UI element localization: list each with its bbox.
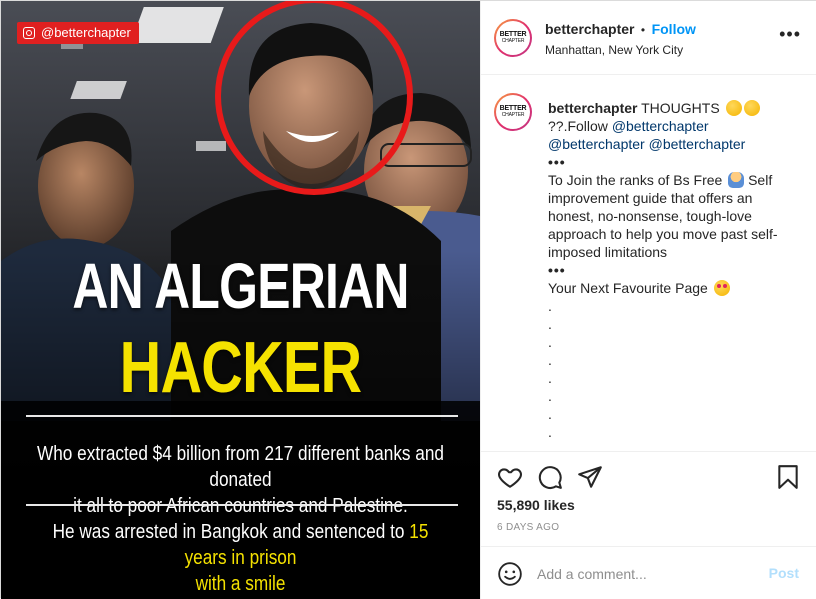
body-line-1: Who extracted $4 billion from 217 differ… xyxy=(37,443,444,491)
trailing-dot: . xyxy=(548,298,552,314)
heart-eyes-emoji-icon xyxy=(713,280,730,296)
mention-link[interactable]: @betterchapter xyxy=(649,136,746,152)
heart-icon[interactable] xyxy=(497,464,523,490)
thinking-emoji-icon xyxy=(743,100,760,116)
avatar[interactable]: BETTER CHAPTER xyxy=(494,19,532,57)
comment-bar: Post xyxy=(481,546,816,599)
trailing-dot: . xyxy=(548,370,552,386)
trailing-dot: . xyxy=(548,424,552,440)
person-emoji-icon xyxy=(728,172,745,188)
caption-tagline: Your Next Favourite Page xyxy=(548,280,708,296)
caption-avatar[interactable]: BETTER CHAPTER xyxy=(494,93,532,131)
headline-line2: HACKER xyxy=(119,328,362,408)
caption-paragraph: To Join the ranks of Bs Free xyxy=(548,172,723,188)
body-paragraph-1: Who extracted $4 billion from 217 differ… xyxy=(35,441,447,519)
caption-area: BETTER CHAPTER betterchapter THOUGHTS ??.… xyxy=(481,75,816,451)
header-separator: • xyxy=(640,23,646,37)
trailing-dot: . xyxy=(548,406,552,422)
post-image[interactable]: @betterchapter AN ALGERIAN HACKER Who ex… xyxy=(1,1,480,599)
divider-top xyxy=(26,415,458,417)
watermark-badge: @betterchapter xyxy=(17,22,139,44)
caption-line2-prefix: ??.Follow xyxy=(548,118,612,134)
caption-line1: THOUGHTS xyxy=(641,100,720,116)
instagram-icon xyxy=(23,27,35,39)
trailing-dot: . xyxy=(548,388,552,404)
headline-line1: AN ALGERIAN xyxy=(72,250,409,322)
comment-icon[interactable] xyxy=(537,464,563,490)
post-modal: @betterchapter AN ALGERIAN HACKER Who ex… xyxy=(0,0,816,599)
body-line-4: with a smile xyxy=(195,573,286,595)
more-icon[interactable]: ••• xyxy=(779,25,801,43)
body-line-2: it all to poor African countries and Pal… xyxy=(73,495,408,517)
watermark-text: @betterchapter xyxy=(41,25,131,40)
caption-username[interactable]: betterchapter xyxy=(548,100,637,116)
avatar-logo: BETTER CHAPTER xyxy=(499,31,527,44)
emoji-icon[interactable] xyxy=(497,561,523,587)
caption-dots: ••• xyxy=(548,262,566,278)
post-details-panel: BETTER CHAPTER betterchapter • Follow Man… xyxy=(480,1,816,599)
post-header: BETTER CHAPTER betterchapter • Follow Man… xyxy=(481,1,816,75)
mention-link[interactable]: @betterchapter xyxy=(612,118,709,134)
bookmark-icon[interactable] xyxy=(775,464,801,490)
follow-button[interactable]: Follow xyxy=(652,21,696,37)
like-count[interactable]: 55,890 likes xyxy=(497,497,575,513)
header-username[interactable]: betterchapter xyxy=(545,21,634,37)
post-comment-button[interactable]: Post xyxy=(769,565,799,581)
header-meta: betterchapter • Follow Manhattan, New Yo… xyxy=(545,21,696,57)
share-icon[interactable] xyxy=(577,464,603,490)
trailing-dot: . xyxy=(548,334,552,350)
caption-text: betterchapter THOUGHTS ??.Follow @better… xyxy=(548,99,798,441)
location-link[interactable]: Manhattan, New York City xyxy=(545,43,696,57)
post-age[interactable]: 6 DAYS AGO xyxy=(497,522,559,533)
body-paragraph-2: He was arrested in Bangkok and sentenced… xyxy=(35,519,447,597)
body-line-3: He was arrested in Bangkok and sentenced… xyxy=(35,519,447,571)
thinking-emoji-icon xyxy=(725,100,742,116)
body-line-3-prefix: He was arrested in Bangkok and sentenced… xyxy=(52,521,410,543)
divider-bottom xyxy=(26,504,458,506)
trailing-dot: . xyxy=(548,316,552,332)
action-bar: 55,890 likes 6 DAYS AGO xyxy=(481,451,816,547)
trailing-dot: . xyxy=(548,352,552,368)
caption-dots: ••• xyxy=(548,154,566,170)
caption-avatar-logo: BETTER CHAPTER xyxy=(499,105,527,118)
comment-input[interactable] xyxy=(537,559,757,589)
mention-link[interactable]: @betterchapter xyxy=(548,136,645,152)
